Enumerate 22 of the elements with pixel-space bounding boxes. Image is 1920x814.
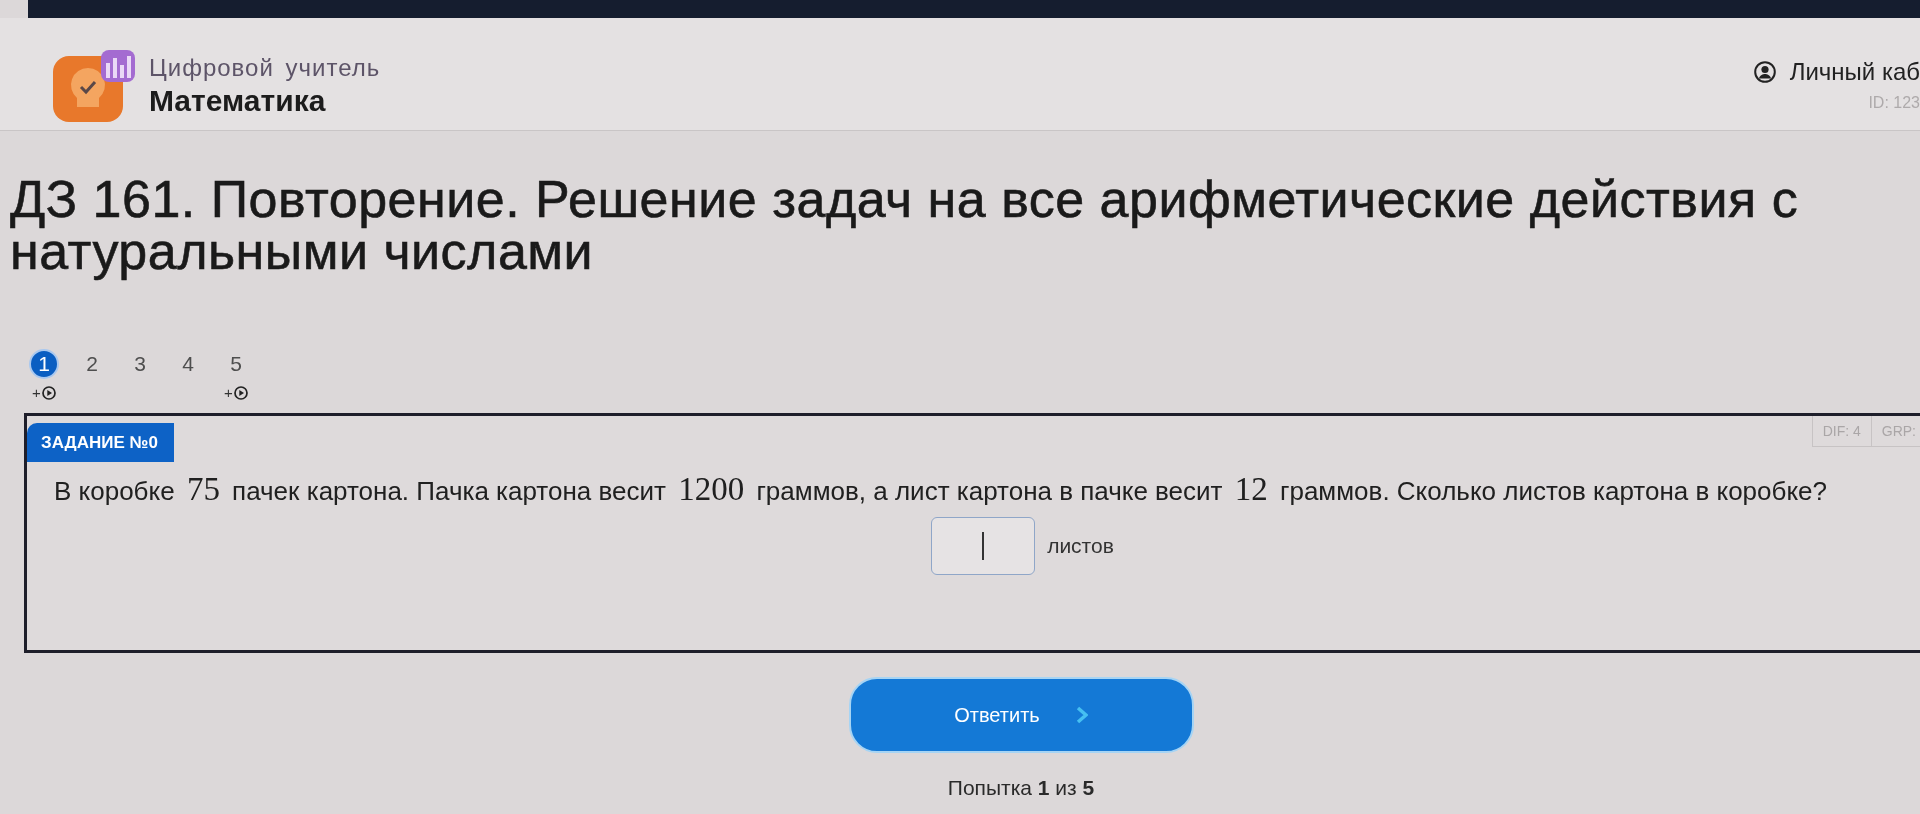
bulb-logo-icon [53, 50, 135, 122]
user-icon [1753, 61, 1776, 83]
task-number-badge: ЗАДАНИЕ №0 [27, 423, 174, 462]
subject-title: Математика [149, 84, 327, 118]
plus-label: + [224, 385, 233, 401]
task-tab[interactable]: 3 [125, 349, 155, 379]
task-tab[interactable]: 2 [77, 349, 107, 379]
answer-unit: листов [1047, 534, 1114, 558]
task-tab[interactable]: 4 [173, 349, 203, 379]
text-caret-icon [982, 532, 985, 560]
play-circle-icon[interactable] [41, 386, 56, 400]
question-text: В коробке 75 пачек картона. Пачка картона весит 1200 граммов, а лист картона в пачке весит 12 граммов. Сколько листов картона в коробке? [54, 472, 1828, 508]
plus-label: + [32, 385, 41, 401]
attempt-counter: Попытка 1 из 5 [947, 776, 1095, 800]
chevron-right-icon [1075, 706, 1088, 724]
product-name: Цифровой учитель [149, 54, 381, 82]
answer-field[interactable] [931, 517, 1036, 575]
account-link[interactable]: Личный каб [1753, 58, 1920, 86]
task-tab[interactable]: 1 [29, 349, 59, 379]
play-circle-icon[interactable] [233, 386, 248, 400]
submit-button[interactable]: Ответить [848, 677, 1194, 753]
task-tab[interactable]: 5 [221, 349, 251, 379]
